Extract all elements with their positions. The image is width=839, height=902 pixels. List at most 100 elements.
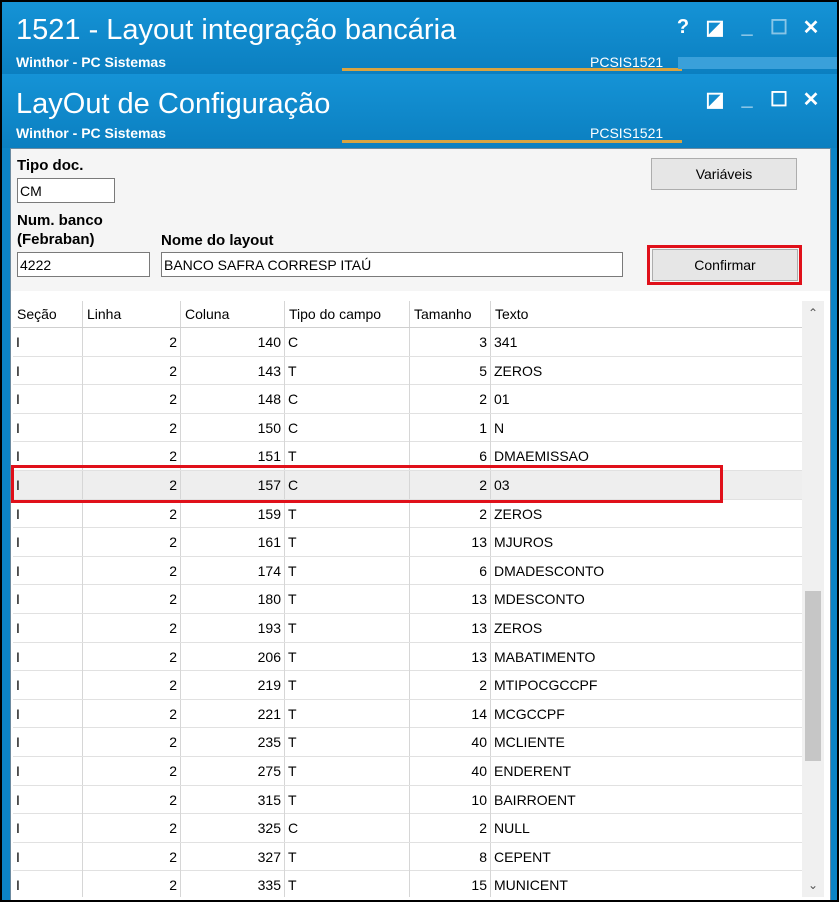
col-texto-header[interactable]: Texto [491,301,802,327]
cell-secao: I [13,528,83,557]
maximize-icon[interactable]: ☐ [763,14,795,40]
col-coluna-header[interactable]: Coluna [181,301,285,327]
cell-tipo-campo: C [285,413,410,442]
cell-secao: I [13,413,83,442]
cell-tamanho: 2 [410,671,491,700]
cell-coluna: 219 [181,671,285,700]
num-banco-input[interactable]: 4222 [17,252,150,277]
col-tamanho-header[interactable]: Tamanho [410,301,491,327]
col-tipo-campo-header[interactable]: Tipo do campo [285,301,410,327]
table-row[interactable]: I 2 219 T 2 MTIPOCGCCPF [13,671,802,700]
main-window-code: PCSIS1521 [590,54,664,70]
layout-grid[interactable]: Seção Linha Coluna Tipo do campo Tamanho… [13,301,802,897]
cell-tamanho: 1 [410,413,491,442]
cell-tipo-campo: T [285,614,410,642]
scroll-up-icon[interactable]: ⌃ [802,303,824,323]
cell-texto: MCGCCPF [494,705,565,722]
cell-secao: I [13,642,83,671]
cell-tamanho: 2 [410,385,491,414]
minimize-icon[interactable]: _ [731,14,763,40]
cell-texto: DMADESCONTO [494,562,605,579]
dialog-titlebar: LayOut de Configuração Winthor - PC Sist… [2,74,837,148]
table-row[interactable]: I 2 148 C 2 01 [13,385,802,414]
table-row[interactable]: I 2 140 C 3 341 [13,328,802,357]
nome-layout-label: Nome do layout [161,232,274,249]
table-row[interactable]: I 2 150 C 1 N [13,413,802,443]
grid-scrollbar[interactable]: ⌃ ⌄ [802,301,824,897]
titlebar-accent-blue [678,57,837,69]
cell-secao: I [13,328,83,356]
cell-tipo-campo: T [285,842,410,871]
cell-secao: I [13,556,83,585]
main-titlebar: 1521 - Layout integração bancária Wintho… [2,2,837,74]
tipo-doc-label: Tipo doc. [17,157,84,174]
cell-linha: 2 [83,585,181,614]
cell-linha: 2 [83,671,181,700]
cell-tamanho: 5 [410,356,491,385]
cell-tamanho: 13 [410,614,491,642]
cell-tipo-campo: T [285,671,410,700]
col-linha-header[interactable]: Linha [83,301,181,327]
cell-tipo-campo: T [285,785,410,814]
cell-secao: I [13,699,83,728]
col-secao-header[interactable]: Seção [13,301,83,327]
table-row[interactable]: I 2 143 T 5 ZEROS [13,356,802,386]
cell-coluna: 221 [181,699,285,728]
table-row[interactable]: I 2 161 T 13 MJUROS [13,528,802,557]
dialog-content: Tipo doc. CM Num. banco (Febraban) 4222 … [10,148,831,900]
cell-tipo-campo: T [285,642,410,671]
cell-linha: 2 [83,699,181,728]
cell-tamanho: 2 [410,814,491,843]
help-icon[interactable]: ? [667,14,699,40]
cell-tipo-campo: C [285,814,410,843]
maximize-icon[interactable]: ☐ [763,86,795,112]
cell-texto: MTIPOCGCCPF [494,677,598,694]
table-row[interactable]: I 2 193 T 13 ZEROS [13,614,802,643]
table-row[interactable]: I 2 335 T 15 MUNICENT [13,871,802,897]
dialog-window-controls: ◪ _ ☐ ✕ [699,86,827,112]
table-row[interactable]: I 2 221 T 14 MCGCCPF [13,699,802,729]
scroll-down-icon[interactable]: ⌄ [802,875,824,895]
dialog-subtitle: Winthor - PC Sistemas [16,125,167,141]
cell-texto: ENDERENT [494,763,572,779]
cell-coluna: 174 [181,556,285,585]
table-row[interactable]: I 2 159 T 2 ZEROS [13,499,802,529]
variaveis-button[interactable]: Variáveis [651,158,797,190]
cell-coluna: 193 [181,614,285,642]
cell-tamanho: 15 [410,871,491,897]
restore-layout-icon[interactable]: ◪ [699,14,731,40]
cell-texto: MJUROS [494,534,554,551]
cell-secao: I [13,728,83,757]
cell-coluna: 140 [181,328,285,356]
cell-linha: 2 [83,728,181,757]
table-row[interactable]: I 2 325 C 2 NULL [13,814,802,843]
table-row[interactable]: I 2 206 T 13 MABATIMENTO [13,642,802,672]
cell-secao: I [13,871,83,897]
cell-secao: I [13,757,83,785]
tipo-doc-input[interactable]: CM [17,178,115,203]
cell-coluna: 159 [181,499,285,528]
table-row[interactable]: I 2 275 T 40 ENDERENT [13,757,802,786]
table-row[interactable]: I 2 327 T 8 CEPENT [13,842,802,872]
table-row[interactable]: I 2 180 T 13 MDESCONTO [13,585,802,614]
cell-tamanho: 2 [410,499,491,528]
cell-tamanho: 14 [410,699,491,728]
cell-tipo-campo: C [285,328,410,356]
table-row[interactable]: I 2 235 T 40 MCLIENTE [13,728,802,757]
close-icon[interactable]: ✕ [795,86,827,112]
cell-linha: 2 [83,614,181,642]
cell-tamanho: 40 [410,728,491,757]
cell-texto: ZEROS [494,620,543,636]
cell-texto: 341 [494,334,518,350]
minimize-icon[interactable]: _ [731,86,763,112]
num-banco-label: Num. banco [17,212,103,229]
table-row[interactable]: I 2 315 T 10 BAIRROENT [13,785,802,815]
cell-linha: 2 [83,757,181,785]
close-icon[interactable]: ✕ [795,14,827,40]
table-row[interactable]: I 2 174 T 6 DMADESCONTO [13,556,802,586]
scroll-thumb[interactable] [805,591,821,761]
cell-secao: I [13,842,83,871]
nome-layout-input[interactable]: BANCO SAFRA CORRESP ITAÚ [161,252,623,277]
cell-texto: MDESCONTO [494,591,585,608]
restore-layout-icon[interactable]: ◪ [699,86,731,112]
